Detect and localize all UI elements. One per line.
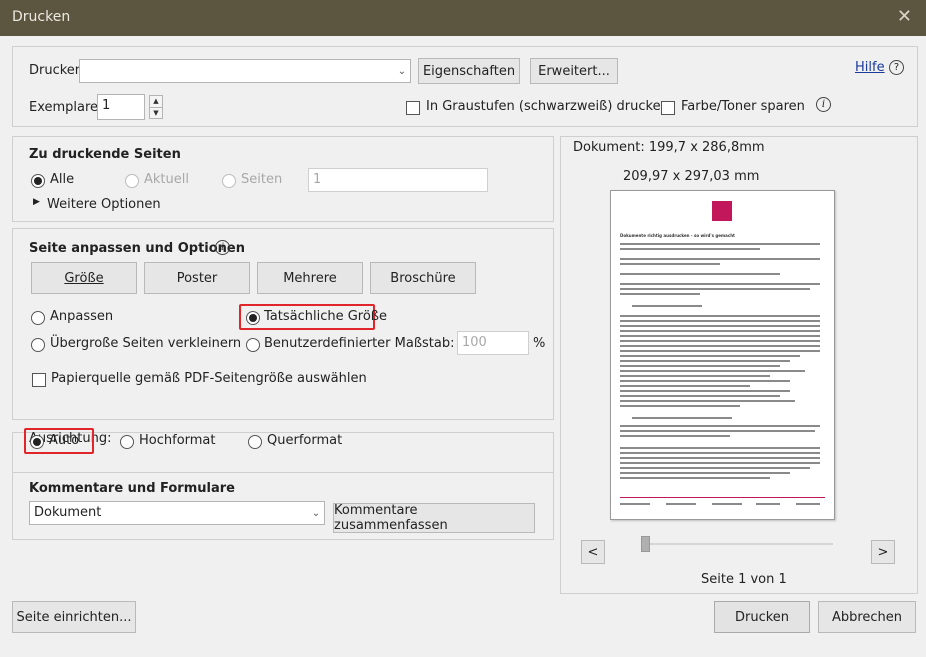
fit-panel: Seite anpassen und Optionen i Größe Post… [12,228,554,420]
scale-unit: % [533,336,546,351]
printer-value [80,60,394,82]
paper-source-checkbox[interactable] [32,373,46,387]
properties-button[interactable]: Eigenschaften [418,58,520,84]
help-icon[interactable]: ? [889,60,904,75]
advanced-button[interactable]: Erweitert... [530,58,618,84]
radio-auto-label: Auto [49,433,80,448]
stepper-up-icon[interactable]: ▲ [150,96,162,108]
info-icon[interactable]: i [816,97,831,112]
radio-actual-size[interactable] [246,311,260,325]
save-toner-checkbox[interactable] [661,101,675,115]
grayscale-label: In Graustufen (schwarzweiß) drucken [426,99,669,114]
comments-select[interactable]: Dokument ⌄ [29,501,325,525]
copies-stepper[interactable]: ▲ ▼ [149,95,163,119]
page-slider-thumb[interactable] [641,536,650,552]
logo-icon [712,201,732,221]
tab-size[interactable]: Größe [31,262,137,294]
radio-custom-scale[interactable] [246,338,260,352]
title-bar: Drucken ✕ [0,0,926,36]
copies-input[interactable]: 1 [97,94,145,120]
paper-source-label: Papierquelle gemäß PDF-Seitengröße auswä… [51,371,367,386]
page-slider-track[interactable] [641,543,833,545]
radio-portrait-label: Hochformat [139,433,216,448]
radio-portrait[interactable] [120,435,134,449]
fit-heading: Seite anpassen und Optionen [29,241,245,256]
stepper-down-icon[interactable]: ▼ [150,108,162,119]
copies-label: Exemplare: [29,100,103,115]
paper-size: 209,97 x 297,03 mm [623,169,760,184]
radio-auto[interactable] [30,435,44,449]
chevron-down-icon: ⌄ [311,507,321,519]
save-toner-label: Farbe/Toner sparen [681,99,805,114]
radio-shrink-label: Übergroße Seiten verkleinern [50,336,242,351]
pages-panel: Zu druckende Seiten Alle Aktuell Seiten … [12,136,554,222]
printer-select[interactable]: ⌄ [79,59,411,83]
radio-landscape[interactable] [248,435,262,449]
help-link[interactable]: Hilfe [855,60,885,75]
prev-page-button[interactable]: < [581,540,605,564]
tab-poster[interactable]: Poster [144,262,250,294]
doc-heading: Dokumente richtig ausdrucken - so wird's… [620,233,735,238]
tab-multiple[interactable]: Mehrere [257,262,363,294]
doc-text-lines [620,243,825,515]
radio-all[interactable] [31,174,45,188]
radio-fit[interactable] [31,311,45,325]
grayscale-checkbox[interactable] [406,101,420,115]
pages-range-input[interactable]: 1 [308,168,488,192]
summarize-comments-button[interactable]: Kommentare zusammenfassen [333,503,535,533]
radio-fit-label: Anpassen [50,309,114,324]
document-size: Dokument: 199,7 x 286,8mm [573,140,765,155]
comments-panel: Kommentare und Formulare Dokument ⌄ Komm… [12,472,554,540]
info-icon[interactable]: i [215,240,230,255]
radio-landscape-label: Querformat [267,433,343,448]
window-title: Drucken [12,9,71,25]
pages-heading: Zu druckende Seiten [29,147,181,162]
radio-shrink[interactable] [31,338,45,352]
radio-pages[interactable] [222,174,236,188]
tab-booklet[interactable]: Broschüre [370,262,476,294]
comments-value: Dokument [34,505,102,520]
radio-all-label: Alle [50,172,75,187]
page-info: Seite 1 von 1 [701,572,787,587]
page-setup-button[interactable]: Seite einrichten... [12,601,136,633]
more-options-toggle[interactable]: Weitere Optionen [47,197,161,212]
triangle-right-icon[interactable]: ▶ [33,197,40,207]
scale-input[interactable]: 100 [457,331,529,355]
page-preview: Dokumente richtig ausdrucken - so wird's… [610,190,835,520]
close-icon[interactable]: ✕ [897,6,912,27]
print-button[interactable]: Drucken [714,601,810,633]
next-page-button[interactable]: > [871,540,895,564]
comments-heading: Kommentare und Formulare [29,481,235,496]
radio-current-label: Aktuell [144,172,189,187]
radio-pages-label: Seiten [241,172,283,187]
printer-panel: Drucker: ⌄ Eigenschaften Erweitert... Hi… [12,46,918,127]
radio-current[interactable] [125,174,139,188]
cancel-button[interactable]: Abbrechen [818,601,916,633]
radio-custom-scale-label: Benutzerdefinierter Maßstab: [264,336,455,351]
orientation-group: Auto Hochformat Querformat [12,410,554,472]
preview-panel: Dokument: 199,7 x 286,8mm 209,97 x 297,0… [560,136,918,594]
radio-actual-size-label: Tatsächliche Größe [264,309,387,324]
chevron-down-icon: ⌄ [397,65,407,77]
printer-label: Drucker: [29,63,85,78]
